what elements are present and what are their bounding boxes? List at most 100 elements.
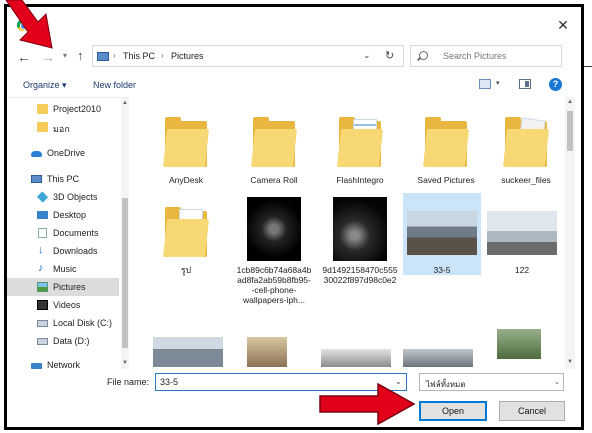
computer-icon (97, 52, 109, 61)
folder-icon (37, 122, 48, 132)
sidebar-item-label: This PC (47, 174, 80, 184)
sidebar-item-project2010[interactable]: Project2010 (7, 100, 119, 118)
sidebar-item-onedrive[interactable]: OneDrive (7, 144, 119, 162)
sidebar-item-pictures[interactable]: Pictures (7, 278, 119, 296)
sidebar-item-downloads[interactable]: ↓ Downloads (7, 242, 119, 260)
scroll-up-icon[interactable]: ▲ (122, 100, 128, 106)
document-icon (38, 228, 47, 238)
video-icon (37, 300, 48, 310)
file-tile-camera-roll[interactable]: Camera Roll (235, 103, 313, 185)
sidebar-item-desktop[interactable]: Desktop (7, 206, 119, 224)
scroll-down-icon[interactable]: ▼ (122, 360, 128, 366)
file-tile-33-5[interactable]: 33-5 (403, 193, 481, 275)
view-options-chevron-icon[interactable]: ▾ (496, 79, 500, 87)
disk-icon (37, 338, 48, 345)
image-preview (497, 329, 541, 359)
search-box[interactable]: Search Pictures (410, 45, 562, 67)
sidebar-item-data-d[interactable]: Data (D:) (7, 332, 119, 350)
file-type-select[interactable]: ไฟล์ทั้งหมด ⌄ (419, 373, 564, 391)
file-thumbnail (487, 103, 565, 175)
close-button[interactable]: ✕ (555, 17, 571, 33)
file-list-scrollbar[interactable]: ▲ ▼ (565, 97, 575, 369)
command-toolbar: Organize ▾ New folder ▾ ? (7, 73, 581, 97)
sidebar-item-local-disk-c[interactable]: Local Disk (C:) (7, 314, 119, 332)
address-row: ← → ▾ ↑ › This PC › Pictures ⌄ ↻ Search … (7, 43, 581, 73)
desktop-icon (37, 211, 48, 219)
folder-icon (503, 117, 549, 167)
image-preview (403, 349, 473, 367)
file-tile-122[interactable]: 122 (483, 193, 561, 275)
sidebar-item-this-pc[interactable]: This PC (7, 170, 119, 188)
file-name: 1cb89c6b74a68a4bad8fa2ab59b8fb95--cell-p… (236, 265, 312, 305)
file-thumbnail (147, 103, 225, 175)
new-folder-button[interactable]: New folder (93, 80, 136, 90)
file-name-label: File name: (107, 377, 150, 387)
cancel-button[interactable]: Cancel (499, 401, 565, 421)
breadcrumb-this-pc[interactable]: This PC (123, 51, 155, 61)
sidebar-item-videos[interactable]: Videos (7, 296, 119, 314)
breadcrumb-separator: › (113, 51, 116, 60)
file-thumbnail (403, 193, 481, 265)
sidebar-item-label: Local Disk (C:) (53, 318, 113, 328)
file-name: 9d1492158470c55530022f897d98c0e2 (322, 265, 398, 285)
folder-icon (163, 117, 209, 167)
download-icon: ↓ (38, 244, 44, 256)
image-preview (247, 337, 287, 367)
file-thumbnail (483, 193, 561, 265)
sidebar-item-label: 3D Objects (53, 192, 98, 202)
preview-pane-icon[interactable] (519, 79, 531, 89)
image-preview (153, 337, 223, 367)
file-tile-suckeer-files[interactable]: suckeer_files (487, 103, 565, 185)
annotation-arrow-icon (5, 0, 53, 49)
sidebar-item-label: Data (D:) (53, 336, 90, 346)
disk-icon (37, 320, 48, 327)
computer-icon (31, 175, 42, 183)
sidebar-item-music[interactable]: ♪ Music (7, 260, 119, 278)
file-name: suckeer_files (501, 175, 551, 185)
sidebar-item-documents[interactable]: Documents (7, 224, 119, 242)
open-button[interactable]: Open (419, 401, 487, 421)
scroll-down-icon[interactable]: ▼ (567, 359, 573, 365)
folder-icon (337, 117, 383, 167)
sidebar-item-label: Network (47, 360, 81, 369)
file-tile-saved-pictures[interactable]: Saved Pictures (407, 103, 485, 185)
navigation-pane: Project2010 มอก OneDrive This PC 3D Obje… (7, 97, 129, 369)
up-arrow-icon[interactable]: ↑ (77, 48, 84, 63)
cube-icon (36, 191, 49, 203)
breadcrumb-pictures[interactable]: Pictures (171, 51, 204, 61)
annotation-arrow-shape (5, 0, 53, 49)
file-thumbnail (147, 193, 225, 265)
file-thumbnail (321, 103, 399, 175)
organize-button[interactable]: Organize ▾ (23, 80, 67, 91)
file-tile-flashintegro[interactable]: FlashIntegro (321, 103, 399, 185)
scrollbar-thumb[interactable] (567, 111, 573, 151)
navigation-scrollbar[interactable]: ▲ ▼ (121, 98, 129, 369)
file-tile-9d1492[interactable]: 9d1492158470c55530022f897d98c0e2 (321, 193, 399, 285)
folder-icon (423, 117, 469, 167)
sidebar-item-label: Documents (53, 228, 99, 238)
music-icon: ♪ (38, 262, 44, 274)
scrollbar-thumb[interactable] (122, 198, 128, 348)
address-dropdown-icon[interactable]: ⌄ (363, 50, 371, 61)
file-tile-wallpaper[interactable]: 1cb89c6b74a68a4bad8fa2ab59b8fb95--cell-p… (235, 193, 313, 305)
address-bar[interactable]: › This PC › Pictures ⌄ ↻ (92, 45, 404, 67)
sidebar-item-label: Videos (53, 300, 81, 310)
file-tile-anydesk[interactable]: AnyDesk (147, 103, 225, 185)
breadcrumb-separator: › (161, 51, 164, 60)
file-thumbnail (321, 193, 399, 265)
sidebar-item-mok[interactable]: มอก (7, 118, 119, 136)
scroll-up-icon[interactable]: ▲ (567, 99, 573, 105)
file-tile-rup[interactable]: รูป (147, 193, 225, 275)
sidebar-item-network[interactable]: Network (7, 356, 119, 369)
sidebar-item-3d-objects[interactable]: 3D Objects (7, 188, 119, 206)
file-thumbnail (235, 103, 313, 175)
search-input[interactable]: Search Pictures (443, 51, 507, 61)
help-icon[interactable]: ? (549, 78, 562, 91)
refresh-icon[interactable]: ↻ (385, 49, 394, 62)
file-name: 122 (514, 265, 530, 275)
image-preview (487, 211, 557, 255)
image-preview (247, 197, 301, 261)
sidebar-item-label: Pictures (53, 282, 86, 292)
change-view-icon[interactable] (479, 79, 491, 89)
folder-icon (251, 117, 297, 167)
